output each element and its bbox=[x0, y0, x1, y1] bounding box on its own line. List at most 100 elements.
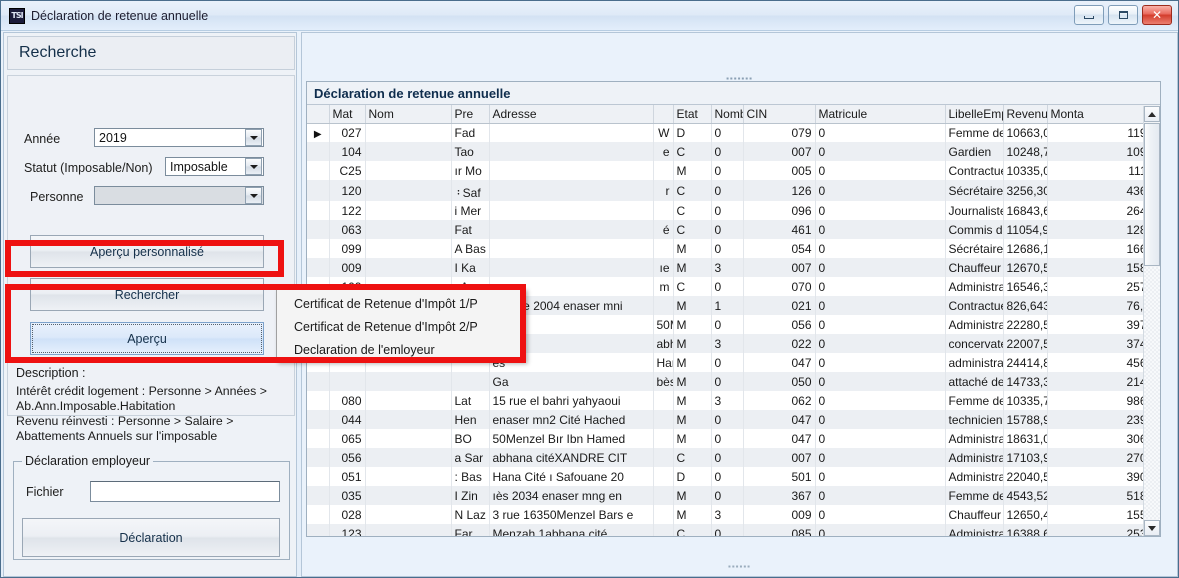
cell-etat[interactable]: C bbox=[673, 142, 712, 161]
cell-cin[interactable]: 079 bbox=[743, 123, 816, 142]
cell-nom[interactable]: ASSAS FP bbox=[365, 391, 452, 410]
apercu-context-menu[interactable]: Certificat de Retenue d'Impôt 1/P Certif… bbox=[276, 288, 526, 362]
cell-etat[interactable]: C bbox=[673, 180, 712, 201]
cell-libelleemploi[interactable]: concervateur de bi bbox=[945, 334, 1004, 353]
cell-etat[interactable]: M bbox=[673, 486, 712, 505]
cell-revenue[interactable]: 10248,7 bbox=[1003, 142, 1048, 161]
cell-cin[interactable]: 070 bbox=[743, 277, 816, 296]
cell-cin[interactable]: 085 bbox=[743, 524, 816, 536]
cell-matricule[interactable]: 0 bbox=[815, 277, 946, 296]
cell-matricule[interactable]: 0 bbox=[815, 372, 946, 391]
chevron-down-icon[interactable] bbox=[245, 187, 262, 204]
cell-adresse[interactable]: ıès 2034 enaser mng en bbox=[489, 486, 654, 505]
annee-combobox[interactable]: 2019 bbox=[94, 128, 264, 147]
grid-vertical-scrollbar[interactable] bbox=[1143, 106, 1160, 536]
cell-matricule[interactable]: 0 bbox=[815, 524, 946, 536]
row-selector[interactable] bbox=[307, 258, 330, 277]
cell-cin[interactable]: 047 bbox=[743, 353, 816, 372]
cell-mat[interactable]: 056 bbox=[329, 448, 366, 467]
cell-etat[interactable]: M bbox=[673, 429, 712, 448]
table-row[interactable]: 104TaoeC00070Gardien10248,71096,0,0000 bbox=[307, 142, 1160, 161]
cell-cin[interactable]: 009 bbox=[743, 505, 816, 524]
cell-cin[interactable]: 096 bbox=[743, 201, 816, 220]
cell-pre[interactable]: : Bas bbox=[451, 467, 490, 486]
bottom-splitter-handle[interactable]: ▪▪▪▪▪▪ bbox=[728, 562, 751, 571]
maximize-button[interactable] bbox=[1108, 5, 1138, 25]
cell-pre[interactable]: ᠄ Saf bbox=[451, 180, 490, 201]
cell-etat[interactable]: C bbox=[673, 277, 712, 296]
cell-matricule[interactable]: 0 bbox=[815, 467, 946, 486]
table-row[interactable]: 080ASSAS FPLat15 rue el bahri yahyaoui M3… bbox=[307, 391, 1160, 410]
cell-etat[interactable]: C bbox=[673, 201, 712, 220]
cell-etat[interactable]: M bbox=[673, 315, 712, 334]
row-selector[interactable] bbox=[307, 239, 330, 258]
row-selector[interactable] bbox=[307, 505, 330, 524]
cell-libelleemploi[interactable]: Commis d'Administ bbox=[945, 220, 1004, 239]
row-selector[interactable] bbox=[307, 372, 330, 391]
scrollbar-thumb[interactable] bbox=[1144, 123, 1160, 266]
col-revenue[interactable]: Revenue bbox=[1003, 105, 1048, 124]
cell-matricule[interactable]: 0 bbox=[815, 315, 946, 334]
cell-revenue[interactable]: 3256,30 bbox=[1003, 180, 1048, 201]
cell-libelleemploi[interactable]: technicien bbox=[945, 410, 1004, 429]
row-selector[interactable] bbox=[307, 429, 330, 448]
cell-mat[interactable]: 104 bbox=[329, 142, 366, 161]
cell-matricule[interactable]: 0 bbox=[815, 180, 946, 201]
cell-libelleemploi[interactable]: Femme de Ménage bbox=[945, 123, 1004, 142]
cell-revenue[interactable]: 18631,0 bbox=[1003, 429, 1048, 448]
cell-adresse[interactable]: Menzah 1abhana cité bbox=[489, 524, 654, 536]
cell-nomb[interactable]: 0 bbox=[711, 142, 744, 161]
cell-nomb[interactable]: 0 bbox=[711, 429, 744, 448]
cell-adresse-tail[interactable] bbox=[653, 429, 674, 448]
cell-adresse-tail[interactable]: Hana Cité bbox=[653, 353, 674, 372]
table-row[interactable]: 120᠄ SafrC01260Sécrétaire d'admin3256,30… bbox=[307, 180, 1160, 201]
table-row[interactable]: Gabès 2034 EM00500attaché de directio147… bbox=[307, 372, 1160, 391]
cell-nom[interactable] bbox=[365, 142, 452, 161]
cell-libelleemploi[interactable]: Chauffeur bbox=[945, 258, 1004, 277]
cell-matricule[interactable]: 0 bbox=[815, 239, 946, 258]
fichier-input[interactable] bbox=[90, 481, 280, 502]
cell-etat[interactable]: M bbox=[673, 296, 712, 315]
scrollbar-track[interactable] bbox=[1144, 267, 1160, 519]
cell-nomb[interactable]: 0 bbox=[711, 201, 744, 220]
cell-matricule[interactable]: 0 bbox=[815, 391, 946, 410]
cell-matricule[interactable]: 0 bbox=[815, 258, 946, 277]
cell-nom[interactable] bbox=[365, 372, 452, 391]
cell-libelleemploi[interactable]: Administrateur bbox=[945, 448, 1004, 467]
table-row[interactable]: 122i MerC00960Journaliste16843,62641,0,0… bbox=[307, 201, 1160, 220]
cell-revenue[interactable]: 24414,8 bbox=[1003, 353, 1048, 372]
col-mat[interactable]: Mat bbox=[329, 105, 366, 124]
col-cin[interactable]: CIN bbox=[743, 105, 816, 124]
cell-etat[interactable]: M bbox=[673, 353, 712, 372]
cell-libelleemploi[interactable]: Sécrétaire d'admin bbox=[945, 180, 1004, 201]
cell-adresse-tail[interactable] bbox=[653, 448, 674, 467]
cell-nom[interactable] bbox=[365, 201, 452, 220]
cell-revenue[interactable]: 22007,5 bbox=[1003, 334, 1048, 353]
cell-nomb[interactable]: 0 bbox=[711, 467, 744, 486]
table-row[interactable]: 009I KaıeM30070Chauffeur12670,51587,0,00… bbox=[307, 258, 1160, 277]
cell-libelleemploi[interactable]: Administrateur Co bbox=[945, 315, 1004, 334]
row-selector[interactable] bbox=[307, 201, 330, 220]
cell-pre[interactable]: I Ka bbox=[451, 258, 490, 277]
cell-etat[interactable]: M bbox=[673, 334, 712, 353]
cell-mat[interactable]: 051 bbox=[329, 467, 366, 486]
cell-libelleemploi[interactable]: administrateur en bbox=[945, 353, 1004, 372]
cell-nom[interactable] bbox=[365, 524, 452, 536]
row-selector[interactable] bbox=[307, 391, 330, 410]
cell-cin[interactable]: 501 bbox=[743, 467, 816, 486]
cell-pre[interactable]: a Sar bbox=[451, 448, 490, 467]
chevron-down-icon[interactable] bbox=[245, 129, 262, 146]
cell-nomb[interactable]: 3 bbox=[711, 391, 744, 410]
cell-nomb[interactable]: 0 bbox=[711, 277, 744, 296]
cell-adresse[interactable] bbox=[489, 258, 654, 277]
cell-cin[interactable]: 007 bbox=[743, 258, 816, 277]
cell-adresse-tail[interactable] bbox=[653, 505, 674, 524]
cell-adresse-tail[interactable] bbox=[653, 410, 674, 429]
row-selector[interactable] bbox=[307, 142, 330, 161]
cell-nom[interactable] bbox=[365, 220, 452, 239]
table-row[interactable]: 123 Far Menzah 1abhana cité C 0 085 0 Administr… bbox=[307, 524, 1160, 536]
cell-adresse-tail[interactable]: bès 2034 E bbox=[653, 372, 674, 391]
cell-mat[interactable]: 044 bbox=[329, 410, 366, 429]
cell-libelleemploi[interactable]: Administrateur Co bbox=[945, 429, 1004, 448]
cell-revenue[interactable]: 22280,5 bbox=[1003, 315, 1048, 334]
